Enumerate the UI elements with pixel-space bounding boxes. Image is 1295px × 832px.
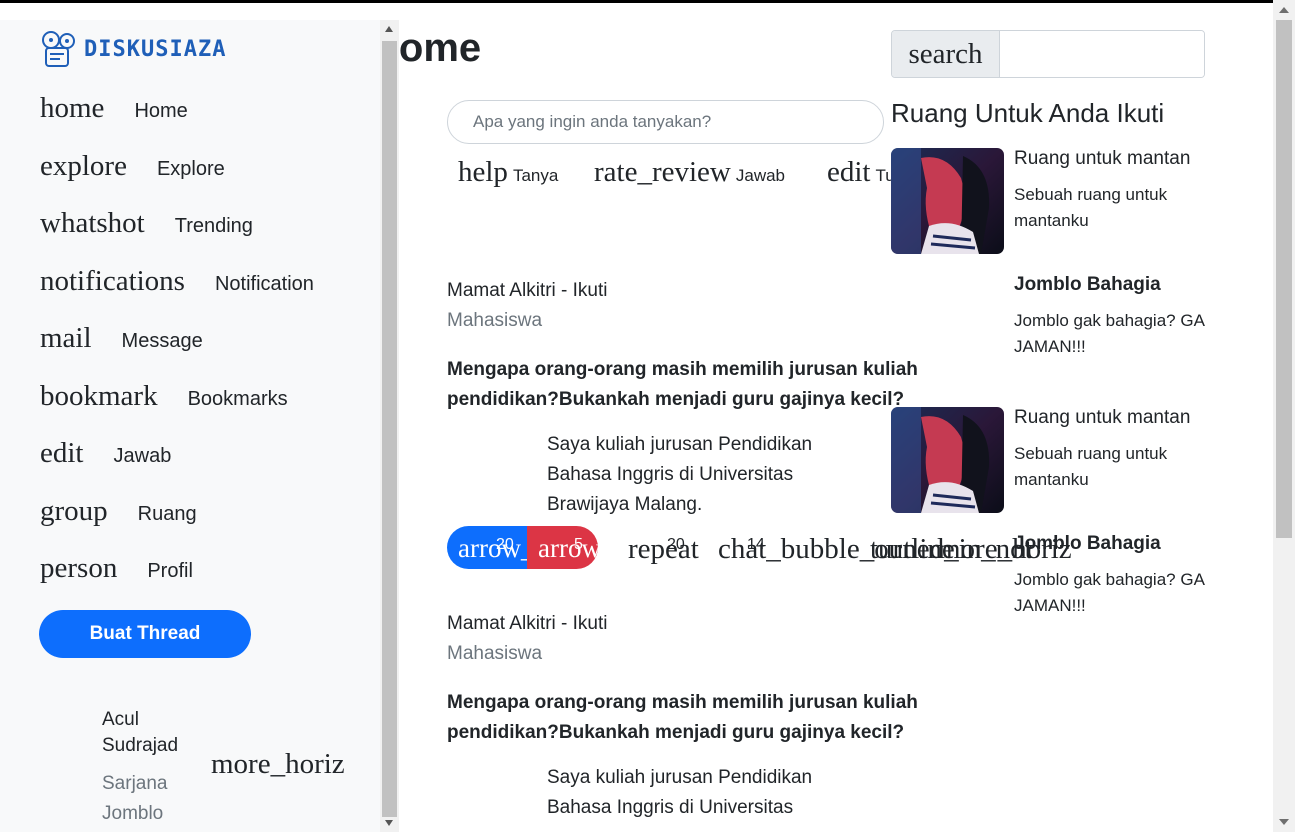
sidebar-item-home[interactable]: home Home [40,92,314,150]
sidebar-item-bookmarks[interactable]: bookmark Bookmarks [40,380,314,438]
answer-label: Jawab [735,166,785,185]
room-name: Jomblo Bahagia [1014,533,1161,554]
search-bar: search [891,30,1205,78]
scroll-up-icon[interactable] [385,26,393,32]
sidebar-item-profile[interactable]: person Profil [40,552,314,610]
sidebar-item-trending[interactable]: whatshot Trending [40,207,314,265]
repeat-icon[interactable]: repeat [628,533,699,566]
arrow-downward-icon: arrow_downward [538,533,598,563]
home-icon: home [40,92,105,124]
sidebar-nav: home Home explore Explore whatshot Trend… [40,92,314,610]
sidebar-item-label: Explore [156,157,225,180]
sidebar: DISKUSIAZA home Home explore Explore wha… [0,20,380,832]
rooms-title: Ruang Untuk Anda Ikuti [891,98,1165,128]
edit-icon: edit [40,437,84,469]
user-subtitle: Sarjana Jomblo [102,773,168,824]
sidebar-scroll-thumb[interactable] [382,41,397,817]
sidebar-item-label: Bookmarks [187,387,288,410]
scroll-down-icon[interactable] [1279,819,1289,825]
sidebar-item-message[interactable]: mail Message [40,322,314,380]
group-icon: group [40,494,108,527]
rate-review-icon: rate_review [594,156,731,188]
ask-button[interactable]: help Tanya [458,156,558,189]
room-thumbnail [891,407,1004,513]
scroll-up-icon[interactable] [1279,7,1289,13]
post-author-role: Mahasiswa [447,643,543,664]
explore-icon: explore [40,149,127,182]
arrow-upward-icon: arrow_upward [458,533,527,563]
help-icon: help [458,156,508,188]
brand-name: DISKUSIAZA [84,36,227,62]
feed-post: Mamat Alkitri - Ikuti Mahasiswa Mengapa … [447,276,967,520]
top-border [0,0,1273,3]
downvote-count: 5 [574,536,583,553]
room-name: Ruang untuk mantan [1014,407,1191,428]
sidebar-item-label: Ruang [137,502,197,525]
user-name: Acul Sudrajad [102,709,179,756]
room-name: Ruang untuk mantan [1014,148,1191,169]
sidebar-item-rooms[interactable]: group Ruang [40,495,314,553]
sidebar-item-label: Trending [174,215,253,237]
sidebar-item-label: Message [121,330,203,352]
post-answer: Saya kuliah jurusan Pendidikan Bahasa In… [547,434,813,515]
upvote-count: 20 [496,536,514,553]
brand-logo[interactable]: DISKUSIAZA [40,30,226,68]
room-description: Sebuah ruang untuk mantanku [1014,185,1168,230]
sidebar-item-explore[interactable]: explore Explore [40,150,314,208]
answer-button[interactable]: rate_review Jawab [594,156,785,189]
post-question[interactable]: Mengapa orang-orang masih memilih jurusa… [447,688,967,748]
sidebar-scrollbar[interactable] [380,20,399,832]
post-author[interactable]: Mamat Alkitri - Ikuti [447,276,967,306]
create-thread-button[interactable]: Buat Thread [39,610,251,658]
downvote-button[interactable]: arrow_downward 5 [527,526,598,569]
search-input[interactable] [1000,31,1204,77]
room-description: Sebuah ruang untuk mantanku [1014,444,1168,489]
sidebar-item-answer[interactable]: edit Jawab [40,437,314,495]
room-thumbnail [891,148,1004,254]
sidebar-item-notification[interactable]: notifications Notification [40,265,314,323]
more-horiz-icon[interactable]: more_horiz [211,748,345,781]
post-author-role: Mahasiswa [447,310,543,331]
whatshot-icon: whatshot [40,207,145,239]
person-icon: person [40,552,118,584]
search-icon[interactable]: search [892,31,1000,77]
page-scroll-thumb[interactable] [1276,20,1292,538]
scroll-down-icon[interactable] [385,820,393,826]
edit-icon: edit [827,156,871,188]
page-scrollbar[interactable] [1273,0,1295,832]
sidebar-item-label: Home [134,100,188,122]
user-card[interactable]: Acul Sudrajad Sarjana Jomblo [102,707,212,829]
sidebar-item-label: Profil [147,560,193,582]
comment-count: 14 [747,536,765,553]
mail-icon: mail [40,322,92,354]
sidebar-item-label: Notification [214,272,314,295]
post-author[interactable]: Mamat Alkitri - Ikuti [447,609,967,639]
room-description: Jomblo gak bahagia? GA JAMAN!!! [1014,570,1204,615]
ask-question-input[interactable] [447,100,884,144]
repost-count: 20 [667,536,685,553]
ask-label: Tanya [512,166,559,185]
post-question[interactable]: Mengapa orang-orang masih memilih jurusa… [447,355,967,415]
feed-post: Mamat Alkitri - Ikuti Mahasiswa Mengapa … [447,609,967,823]
bookmark-icon: bookmark [40,379,158,412]
room-description: Jomblo gak bahagia? GA JAMAN!!! [1014,311,1204,356]
sidebar-item-label: Jawab [113,445,172,467]
post-action-bar: arrow_upward 20 arrow_downward 5 repeat … [447,526,1087,569]
post-answer: Saya kuliah jurusan Pendidikan Bahasa In… [547,767,813,818]
notifications-icon: notifications [40,264,185,297]
upvote-button[interactable]: arrow_upward 20 [447,526,527,569]
room-name: Jomblo Bahagia [1014,274,1161,295]
chat-logo-icon [42,31,75,67]
